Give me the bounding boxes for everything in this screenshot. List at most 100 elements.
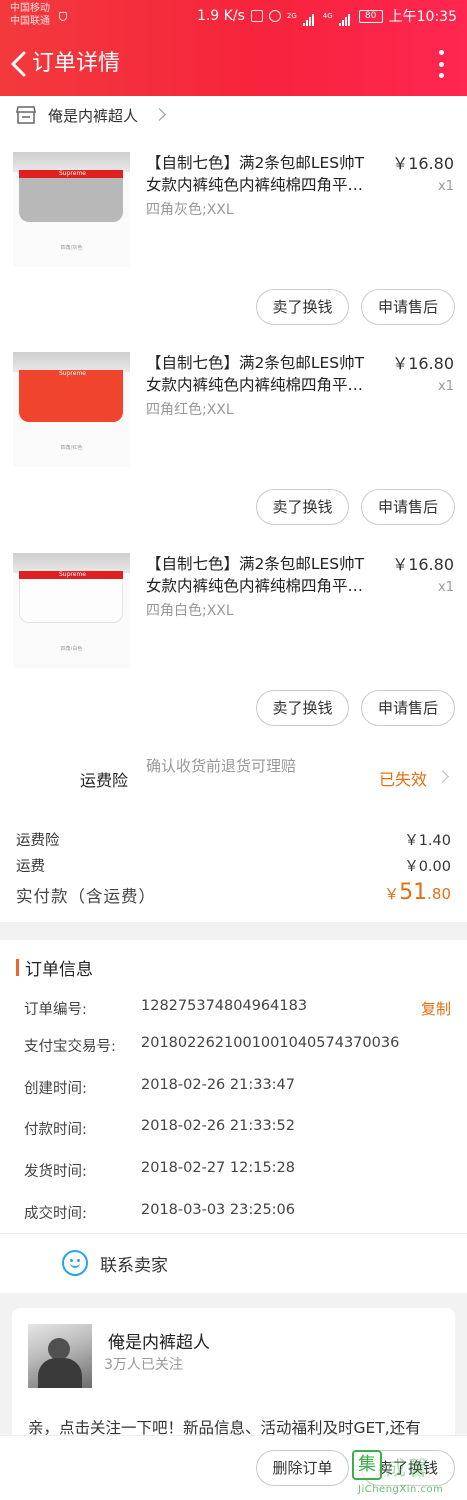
- status-time: 上午10:35: [388, 9, 457, 25]
- contact-seller-label: 联系卖家: [100, 1256, 168, 1276]
- order-item[interactable]: Supreme 四角/红色 【自制七色】满2条包邮LES帅T 女款内裤纯色内裤纯…: [0, 352, 467, 552]
- info-value: 2018-02-27 12:15:28: [141, 1160, 295, 1176]
- fee-row: 运费险 ￥1.40: [0, 827, 467, 851]
- product-title[interactable]: 【自制七色】满2条包邮LES帅T 女款内裤纯色内裤纯棉四角平…: [146, 352, 381, 396]
- product-sku: 四角灰色;XXL: [146, 202, 234, 218]
- watermark-logo: 集: [352, 1450, 382, 1480]
- watermark-url: JiChengXin.com: [358, 1484, 444, 1495]
- fee-label: 运费: [16, 859, 45, 875]
- after-sale-button[interactable]: 申请售后: [361, 489, 455, 525]
- shipping-insurance-row[interactable]: 运费险 确认收货前退货可理赔 已失效: [0, 752, 467, 802]
- product-quantity: x1: [438, 179, 454, 194]
- chevron-left-icon[interactable]: [8, 50, 34, 78]
- shield-icon: [59, 12, 67, 21]
- vibrate-icon: [250, 10, 263, 22]
- info-key: 成交时间:: [24, 1206, 87, 1222]
- bottom-action-bar: 删除订单 卖了换钱 集 成馨 JiChengXin.com: [0, 1435, 467, 1500]
- chevron-right-icon: [153, 108, 166, 121]
- product-price: ￥16.80: [392, 555, 454, 574]
- product-price: ￥16.80: [392, 354, 454, 373]
- info-key: 支付宝交易号:: [24, 1039, 116, 1055]
- after-sale-button[interactable]: 申请售后: [361, 289, 455, 325]
- product-quantity: x1: [438, 580, 454, 595]
- network-type-1: 2G: [286, 12, 297, 20]
- thumb-caption: 四角/灰色: [60, 245, 83, 251]
- total-row: 实付款（含运费） ￥51.80: [0, 880, 467, 910]
- info-key: 订单编号:: [24, 1002, 87, 1018]
- product-image[interactable]: Supreme 四角/灰色: [13, 152, 130, 267]
- avatar[interactable]: [28, 1324, 92, 1388]
- product-sku: 四角红色;XXL: [146, 402, 234, 418]
- product-image[interactable]: Supreme 四角/红色: [13, 352, 130, 467]
- insurance-status: 已失效: [378, 770, 427, 789]
- seller-followers: 3万人已关注: [104, 1357, 183, 1373]
- sell-button[interactable]: 卖了换钱: [256, 289, 349, 325]
- shop-header[interactable]: 俺是内裤超人: [0, 96, 467, 136]
- fee-value: ￥0.00: [404, 859, 451, 875]
- info-row: 支付宝交易号: 2018022621001001040574370036: [0, 1033, 467, 1057]
- total-label: 实付款（含运费）: [16, 887, 156, 906]
- network-speed: 1.9 K/s: [196, 8, 245, 24]
- page-title: 订单详情: [32, 51, 121, 76]
- info-value: 2018-02-26 21:33:52: [141, 1118, 295, 1134]
- insurance-description: 确认收货前退货可理赔: [146, 757, 297, 775]
- thumb-caption: 四角/白色: [60, 646, 83, 652]
- info-row: 订单编号: 128275374804964183 复制: [0, 996, 467, 1020]
- waistband: Supreme: [19, 170, 123, 178]
- product-title[interactable]: 【自制七色】满2条包邮LES帅T 女款内裤纯色内裤纯棉四角平…: [146, 553, 381, 597]
- copy-button[interactable]: 复制: [421, 998, 451, 1019]
- more-vertical-icon[interactable]: [437, 50, 445, 78]
- watermark: 集 成馨 JiChengXin.com: [350, 1448, 466, 1498]
- info-row: 成交时间: 2018-03-03 23:25:06: [0, 1200, 467, 1224]
- waistband: Supreme: [19, 571, 123, 579]
- insurance-label: 运费险: [80, 771, 129, 790]
- product-image[interactable]: Supreme 四角/白色: [13, 553, 130, 668]
- info-value: 2018022621001001040574370036: [141, 1035, 400, 1051]
- fee-label: 运费险: [16, 833, 60, 849]
- store-icon: [16, 106, 36, 124]
- info-row: 付款时间: 2018-02-26 21:33:52: [0, 1116, 467, 1140]
- product-title[interactable]: 【自制七色】满2条包邮LES帅T 女款内裤纯色内裤纯棉四角平…: [146, 152, 381, 196]
- thumb-caption: 四角/红色: [60, 445, 83, 451]
- after-sale-button[interactable]: 申请售后: [361, 690, 455, 726]
- chevron-right-icon: [436, 770, 449, 783]
- fee-value: ￥1.40: [404, 833, 451, 849]
- total-amount: ￥51.80: [384, 880, 451, 905]
- order-item[interactable]: Supreme 四角/白色 【自制七色】满2条包邮LES帅T 女款内裤纯色内裤纯…: [0, 553, 467, 753]
- eye-icon: [268, 10, 281, 22]
- waistband: Supreme: [19, 370, 123, 378]
- accent-bar: [16, 959, 19, 976]
- fee-row: 运费 ￥0.00: [0, 853, 467, 877]
- carrier-1: 中国移动: [10, 3, 50, 14]
- product-sku: 四角白色;XXL: [146, 603, 234, 619]
- status-indicators: 1.9 K/s 2G 4G 80 上午10:35: [197, 6, 457, 26]
- sell-button[interactable]: 卖了换钱: [256, 690, 349, 726]
- chat-smile-icon: [62, 1250, 88, 1276]
- order-item[interactable]: Supreme 四角/灰色 【自制七色】满2条包邮LES帅T 女款内裤纯色内裤纯…: [0, 152, 467, 352]
- info-row: 创建时间: 2018-02-26 21:33:47: [0, 1075, 467, 1099]
- network-type-2: 4G: [322, 12, 333, 20]
- info-key: 付款时间:: [24, 1122, 87, 1138]
- product-price: ￥16.80: [392, 154, 454, 173]
- sell-button[interactable]: 卖了换钱: [256, 489, 349, 525]
- watermark-brand: 成馨: [386, 1456, 430, 1480]
- info-key: 创建时间:: [24, 1081, 87, 1097]
- product-quantity: x1: [438, 379, 454, 394]
- info-key: 发货时间:: [24, 1164, 87, 1180]
- signal-icon: [302, 10, 317, 26]
- signal-icon-2: [338, 10, 353, 26]
- info-value: 128275374804964183: [141, 998, 308, 1014]
- seller-name[interactable]: 俺是内裤超人: [108, 1328, 210, 1353]
- info-value: 2018-03-03 23:25:06: [141, 1202, 295, 1218]
- contact-seller-button[interactable]: 联系卖家: [0, 1234, 467, 1292]
- order-info-header: 订单信息: [0, 954, 467, 984]
- carrier-2: 中国联通: [10, 16, 50, 27]
- shop-name[interactable]: 俺是内裤超人: [48, 105, 138, 127]
- battery-icon: 80: [358, 9, 383, 23]
- section-divider: [0, 922, 467, 940]
- order-info-title: 订单信息: [25, 960, 93, 980]
- delete-order-button[interactable]: 删除订单: [256, 1450, 349, 1486]
- info-value: 2018-02-26 21:33:47: [141, 1077, 295, 1093]
- info-row: 发货时间: 2018-02-27 12:15:28: [0, 1158, 467, 1182]
- app-header: 中国移动 中国联通 1.9 K/s 2G 4G 80 上午10:35 订单详情: [0, 0, 467, 96]
